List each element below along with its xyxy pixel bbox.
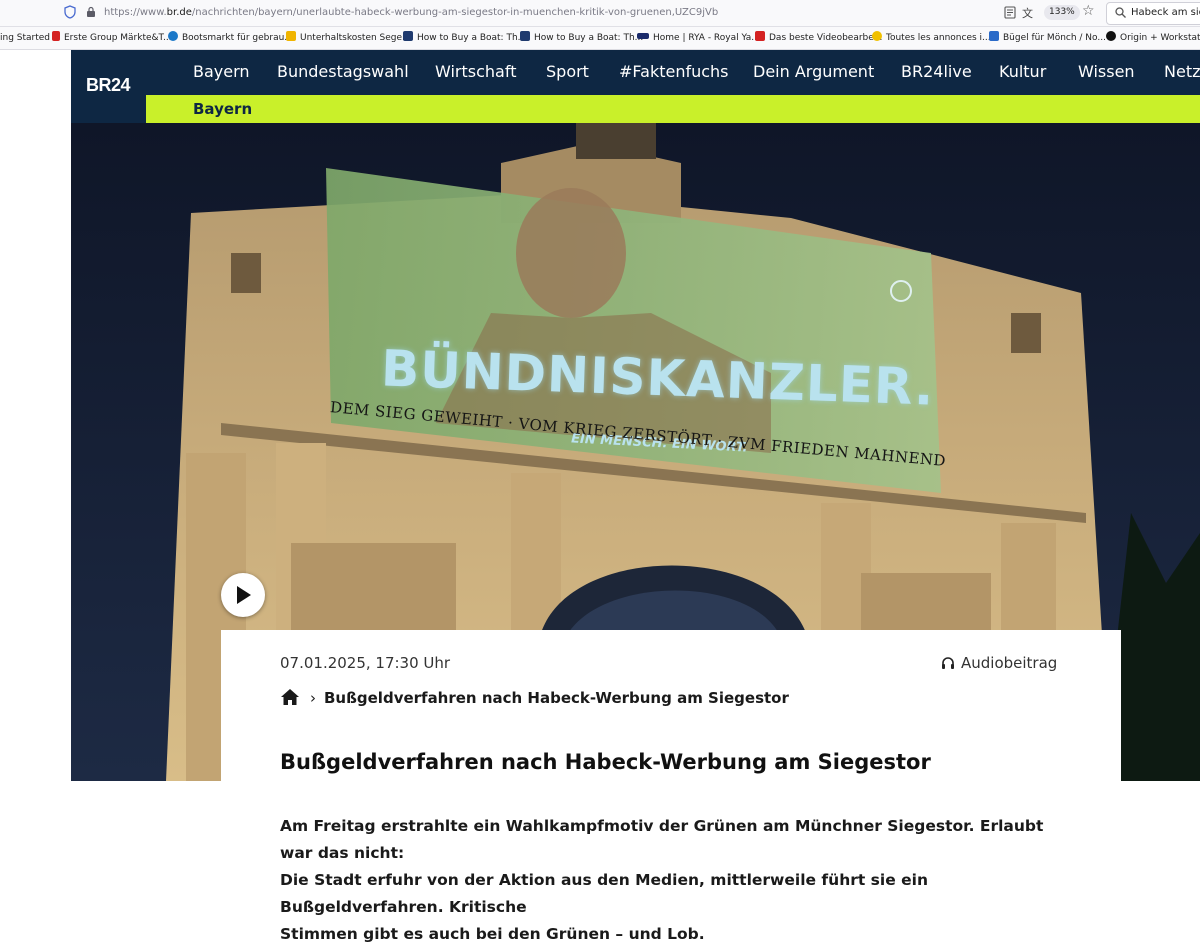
boat-market-icon (168, 31, 178, 41)
url-prefix: https://www. (104, 7, 167, 18)
bookmark-label: Erste Group Märkte&T... (64, 33, 172, 43)
nav-item-sport[interactable]: Sport (546, 62, 589, 81)
origin-icon (1106, 31, 1116, 41)
bookmarks-bar: ing Started Erste Group Märkte&T... Boot… (0, 27, 1200, 50)
bookmark-item[interactable]: Origin + Workstation (1106, 31, 1200, 45)
bookmark-item[interactable]: Erste Group Märkte&T... (52, 31, 172, 45)
bookmark-item[interactable]: How to Buy a Boat: Th... (520, 31, 643, 45)
bookmark-star-icon[interactable]: ☆ (1082, 3, 1095, 19)
subnav-spacer (71, 95, 146, 123)
nav-item-br24live[interactable]: BR24live (901, 62, 972, 81)
lead-line: Die Stadt erfuhr von der Aktion aus den … (280, 871, 928, 916)
hardware-shop-icon (989, 31, 999, 41)
bookmark-label: Bootsmarkt für gebrau... (182, 33, 293, 43)
play-video-button[interactable] (221, 573, 265, 617)
lead-line: Stimmen gibt es auch bei den Grünen – un… (280, 925, 705, 943)
breadcrumb: › Bußgeldverfahren nach Habeck-Werbung am… (280, 688, 789, 707)
bookmark-item[interactable]: Bootsmarkt für gebrau... (168, 31, 293, 45)
chevron-right-icon: › (310, 689, 316, 707)
lead-line: Am Freitag erstrahlte ein Wahlkampfmotiv… (280, 817, 1044, 862)
nav-item-netz[interactable]: Netz (1164, 62, 1200, 81)
br24-page: BR24 Bayern Bundestagswahl Wirtschaft Sp… (71, 50, 1200, 943)
home-icon[interactable] (280, 688, 300, 706)
sub-navigation: Bayern (146, 95, 1200, 123)
page-left-margin (0, 50, 71, 900)
boat-guide-icon (520, 31, 530, 41)
search-query: Habeck am sieg (1131, 7, 1200, 18)
url-text[interactable]: https://www.br.de/nachrichten/bayern/une… (104, 7, 718, 18)
article-date: 07.01.2025, 17:30 Uhr (280, 654, 451, 672)
bookmark-label: Unterhaltskosten Sege... (300, 33, 411, 43)
audio-link[interactable]: Audiobeitrag (941, 654, 1057, 672)
rya-icon (637, 33, 649, 39)
classifieds-icon (872, 31, 882, 41)
bookmark-label: How to Buy a Boat: Th... (417, 33, 527, 43)
nav-item-dein-argument[interactable]: Dein Argument (753, 62, 874, 81)
bank-icon (52, 31, 60, 41)
nav-item-wissen[interactable]: Wissen (1078, 62, 1135, 81)
bookmark-item[interactable]: Unterhaltskosten Sege... (286, 31, 411, 45)
breadcrumb-current[interactable]: Bußgeldverfahren nach Habeck-Werbung am … (324, 689, 789, 707)
article-card: 07.01.2025, 17:30 Uhr Audiobeitrag › Bußg… (221, 630, 1121, 943)
zoom-level-badge[interactable]: 133% (1044, 5, 1080, 20)
bookmark-item[interactable]: Toutes les annonces i... (872, 31, 991, 45)
bookmark-label: Bügel für Mönch / No... (1003, 33, 1106, 43)
main-navigation: BR24 Bayern Bundestagswahl Wirtschaft Sp… (71, 50, 1200, 95)
boat-guide-icon (403, 31, 413, 41)
br24-logo[interactable]: BR24 (86, 75, 131, 96)
bookmark-item[interactable]: How to Buy a Boat: Th... (403, 31, 526, 45)
nav-item-bundestagswahl[interactable]: Bundestagswahl (277, 62, 409, 81)
url-domain: br.de (166, 7, 192, 18)
play-icon (237, 586, 251, 604)
nav-item-faktenfuchs[interactable]: #Faktenfuchs (619, 62, 729, 81)
bookmark-item[interactable]: ing Started (0, 31, 50, 45)
bookmark-item[interactable]: Home | RYA - Royal Ya... (637, 31, 760, 45)
url-path: /nachrichten/bayern/unerlaubte-habeck-we… (191, 7, 719, 18)
headphones-icon (942, 657, 954, 669)
sailing-site-icon (286, 31, 296, 41)
bookmark-item[interactable]: Bügel für Mönch / No... (989, 31, 1106, 45)
subnav-item-bayern[interactable]: Bayern (193, 100, 252, 118)
search-box[interactable]: Habeck am sieg (1106, 2, 1200, 25)
bookmark-label: Origin + Workstation (1120, 33, 1200, 43)
address-bar: https://www.br.de/nachrichten/bayern/une… (0, 0, 1200, 27)
article-lead: Am Freitag erstrahlte ein Wahlkampfmotiv… (280, 813, 1080, 948)
bookmark-label: Home | RYA - Royal Ya... (653, 33, 760, 43)
bookmark-label: Das beste Videobearbe... (769, 33, 883, 43)
reader-view-icon[interactable] (1004, 6, 1016, 19)
article-title: Bußgeldverfahren nach Habeck-Werbung am … (280, 750, 931, 774)
nav-item-bayern[interactable]: Bayern (193, 62, 250, 81)
search-icon (1115, 7, 1126, 18)
audio-label: Audiobeitrag (961, 654, 1058, 672)
bookmark-label: Toutes les annonces i... (886, 33, 991, 43)
bookmark-label: How to Buy a Boat: Th... (534, 33, 644, 43)
translate-icon[interactable]: 文 (1022, 5, 1033, 21)
bookmark-label: ing Started (0, 33, 51, 43)
nav-item-kultur[interactable]: Kultur (999, 62, 1046, 81)
nav-item-wirtschaft[interactable]: Wirtschaft (435, 62, 516, 81)
video-editor-icon (755, 31, 765, 41)
shield-icon[interactable] (64, 5, 76, 19)
lock-icon[interactable] (86, 6, 96, 18)
bookmark-item[interactable]: Das beste Videobearbe... (755, 31, 882, 45)
